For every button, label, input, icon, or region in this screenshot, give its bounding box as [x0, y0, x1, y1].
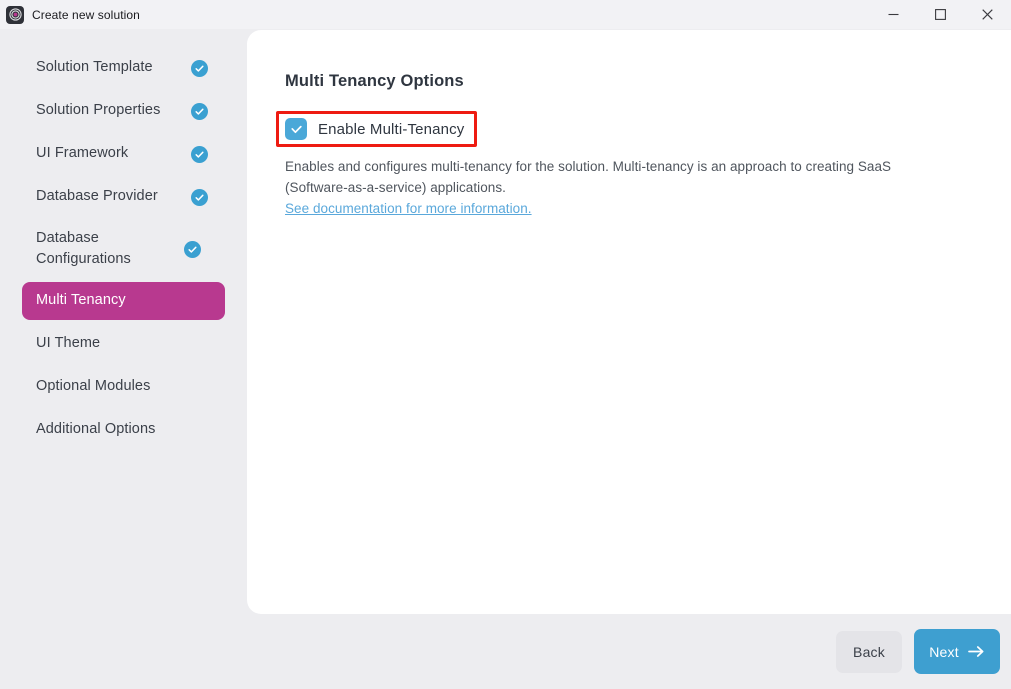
- sidebar-item-optional-modules[interactable]: Optional Modules: [22, 368, 225, 406]
- content-panel: Multi Tenancy Options Enable Multi-Tenan…: [247, 30, 1011, 614]
- sidebar-item-label: Database Configurations: [36, 229, 131, 267]
- window-controls: [870, 0, 1011, 29]
- sidebar-item-label: Additional Options: [36, 421, 156, 438]
- sidebar-item-label: Multi Tenancy: [36, 292, 126, 309]
- description-line-1: Enables and configures multi-tenancy for…: [285, 159, 892, 174]
- check-circle-icon: [191, 145, 208, 163]
- sidebar-item-multi-tenancy[interactable]: Multi Tenancy: [22, 282, 225, 320]
- sidebar-item-label: Database Provider: [36, 188, 158, 205]
- check-circle-icon: [191, 102, 208, 120]
- maximize-icon[interactable]: [917, 0, 964, 29]
- abp-logo-icon: [6, 5, 24, 24]
- sidebar-item-label: Solution Template: [36, 59, 153, 76]
- sidebar-item-ui-framework[interactable]: UI Framework: [22, 135, 225, 173]
- check-circle-icon: [191, 188, 208, 206]
- sidebar-item-additional-options[interactable]: Additional Options: [22, 411, 225, 449]
- sidebar-item-solution-properties[interactable]: Solution Properties: [22, 92, 225, 130]
- description-line-2: (Software-as-a-service) applications.: [285, 180, 506, 196]
- enable-multi-tenancy-label[interactable]: Enable Multi-Tenancy: [318, 121, 464, 138]
- check-circle-icon: [191, 59, 208, 77]
- wizard-sidebar: Solution Template Solution Properties UI…: [0, 29, 247, 689]
- sidebar-item-database-configurations[interactable]: Database Configurations: [22, 221, 225, 277]
- next-button[interactable]: Next: [914, 629, 1000, 674]
- sidebar-item-solution-template[interactable]: Solution Template: [22, 49, 225, 87]
- wizard-footer: Back Next: [0, 614, 1011, 689]
- window-titlebar: Create new solution: [0, 0, 1011, 29]
- enable-multi-tenancy-checkbox[interactable]: [285, 118, 307, 140]
- sidebar-item-label: Optional Modules: [36, 378, 151, 395]
- titlebar-left-group: Create new solution: [0, 5, 870, 24]
- content-panel-inner: Multi Tenancy Options Enable Multi-Tenan…: [247, 30, 1011, 218]
- close-icon[interactable]: [964, 0, 1011, 29]
- sidebar-item-label: Solution Properties: [36, 102, 161, 119]
- minimize-icon[interactable]: [870, 0, 917, 29]
- documentation-link[interactable]: See documentation for more information.: [285, 201, 532, 216]
- next-button-label: Next: [929, 643, 959, 660]
- check-circle-icon: [184, 240, 201, 258]
- window-title: Create new solution: [32, 7, 140, 22]
- sidebar-item-label: UI Framework: [36, 145, 129, 162]
- sidebar-item-label: UI Theme: [36, 335, 101, 352]
- sidebar-item-database-provider[interactable]: Database Provider: [22, 178, 225, 216]
- back-button[interactable]: Back: [836, 630, 902, 673]
- arrow-right-icon: [967, 645, 985, 658]
- multi-tenancy-description: Enables and configures multi-tenancy for…: [285, 156, 975, 199]
- enable-multi-tenancy-highlight: Enable Multi-Tenancy: [276, 111, 478, 147]
- sidebar-item-ui-theme[interactable]: UI Theme: [22, 325, 225, 363]
- page-title: Multi Tenancy Options: [285, 72, 464, 90]
